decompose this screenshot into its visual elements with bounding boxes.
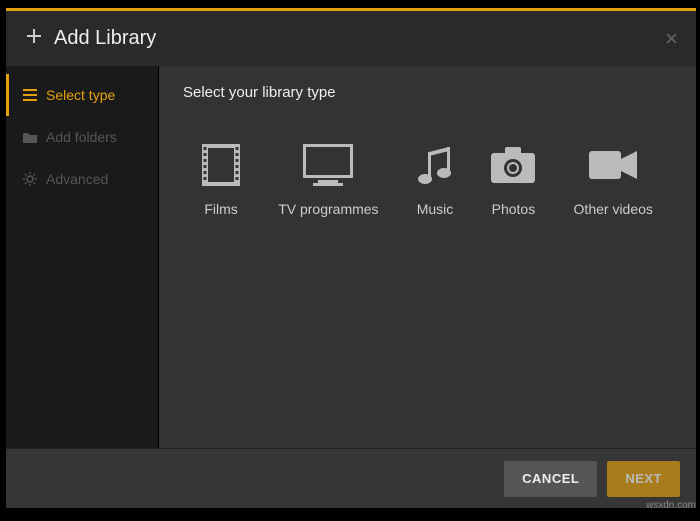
film-icon (202, 141, 240, 189)
gear-icon (22, 172, 38, 186)
sidebar-item-label: Advanced (46, 171, 108, 187)
modal-title: Add Library (54, 27, 156, 50)
plus-icon (26, 28, 42, 49)
music-icon (417, 141, 453, 189)
sidebar: Select type Add folders Advanced (6, 66, 159, 448)
next-button[interactable]: NEXT (607, 461, 680, 497)
sidebar-item-label: Select type (46, 87, 115, 103)
type-label: Other videos (574, 201, 653, 217)
watermark: wsxdn.com (646, 500, 696, 511)
type-label: Films (204, 201, 237, 217)
sidebar-item-select-type[interactable]: Select type (6, 74, 158, 116)
sidebar-item-label: Add folders (46, 129, 117, 145)
tv-icon (303, 141, 353, 189)
type-option-tv[interactable]: TV programmes (272, 141, 384, 217)
main-heading: Select your library type (183, 84, 672, 101)
modal-footer: CANCEL NEXT (6, 448, 696, 508)
camera-icon (491, 141, 535, 189)
type-option-music[interactable]: Music (411, 141, 460, 217)
type-option-other-videos[interactable]: Other videos (568, 141, 659, 217)
type-option-films[interactable]: Films (196, 141, 246, 217)
folder-icon (22, 131, 38, 143)
modal-header: Add Library × (6, 8, 696, 66)
cancel-button[interactable]: CANCEL (504, 461, 597, 497)
library-type-grid: Films TV programmes (183, 141, 672, 217)
type-label: Music (417, 201, 454, 217)
type-option-photos[interactable]: Photos (485, 141, 541, 217)
add-library-modal: Add Library × Select type Add folders (6, 8, 696, 448)
type-label: TV programmes (278, 201, 378, 217)
list-icon (22, 89, 38, 101)
close-icon[interactable]: × (665, 26, 678, 52)
type-label: Photos (492, 201, 536, 217)
sidebar-item-add-folders[interactable]: Add folders (6, 116, 158, 158)
video-icon (589, 141, 637, 189)
sidebar-item-advanced[interactable]: Advanced (6, 158, 158, 200)
modal-body: Select type Add folders Advanced Select … (6, 66, 696, 448)
main-panel: Select your library type Films (159, 66, 696, 448)
